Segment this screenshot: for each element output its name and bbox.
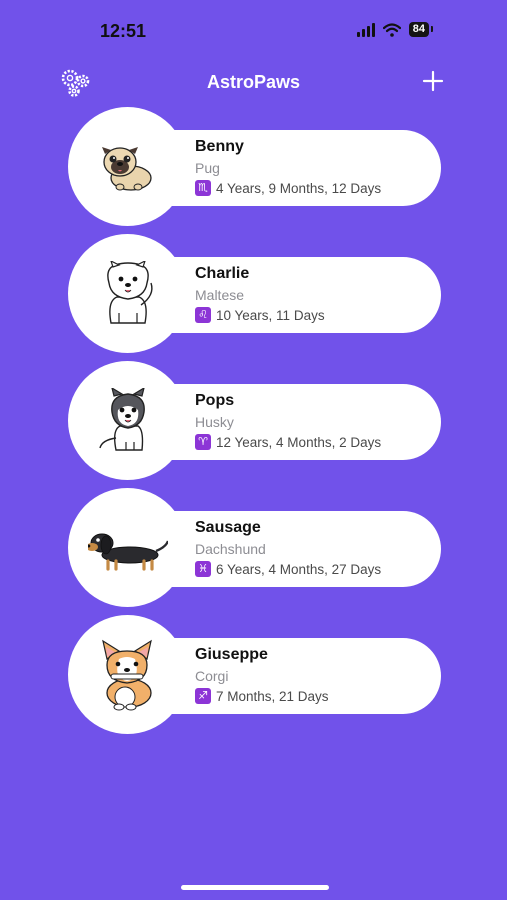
pet-row[interactable]: Pops Husky ♈ 12 Years, 4 Months, 2 Days (68, 361, 441, 481)
pet-age-line: ♏ 4 Years, 9 Months, 12 Days (195, 180, 381, 196)
pisces-icon: ♓ (195, 561, 211, 577)
pet-info: Charlie Maltese ♌ 10 Years, 11 Days (195, 264, 325, 323)
status-bar: 12:51 84 (0, 0, 507, 60)
pet-breed: Maltese (195, 287, 245, 303)
pet-row[interactable]: Charlie Maltese ♌ 10 Years, 11 Days (68, 234, 441, 354)
pet-age: 7 Months, 21 Days (216, 688, 329, 704)
pet-name: Pops (195, 392, 235, 409)
pet-breed: Dachshund (195, 541, 266, 557)
pet-age-line: ♓ 6 Years, 4 Months, 27 Days (195, 561, 381, 577)
pet-avatar (68, 615, 187, 734)
status-icons: 84 (356, 22, 434, 37)
battery-icon: 84 (408, 22, 434, 37)
pet-avatar (68, 361, 187, 480)
pet-age: 6 Years, 4 Months, 27 Days (216, 561, 382, 577)
nav-bar: AstroPaws (0, 60, 507, 104)
scorpio-icon: ♏ (195, 180, 211, 196)
add-pet-button[interactable] (419, 67, 447, 95)
signal-icon (356, 22, 375, 37)
pet-name: Charlie (195, 265, 250, 282)
pet-name: Benny (195, 138, 244, 155)
pet-row[interactable]: Sausage Dachshund ♓ 6 Years, 4 Months, 2… (68, 488, 441, 608)
aries-icon: ♈ (195, 434, 211, 450)
pet-age-line: ♐ 7 Months, 21 Days (195, 688, 329, 704)
pet-info: Sausage Dachshund ♓ 6 Years, 4 Months, 2… (195, 518, 381, 577)
plus-icon (422, 70, 444, 92)
pet-age: 4 Years, 9 Months, 12 Days (216, 180, 382, 196)
wifi-icon (382, 22, 401, 37)
pet-row[interactable]: Benny Pug ♏ 4 Years, 9 Months, 12 Days (68, 107, 441, 227)
pet-row[interactable]: Giuseppe Corgi ♐ 7 Months, 21 Days (68, 615, 441, 735)
pet-name: Sausage (195, 519, 261, 536)
pet-avatar (68, 234, 187, 353)
pug-illustration (101, 146, 152, 191)
husky-illustration (98, 387, 145, 451)
pet-breed: Corgi (195, 668, 229, 684)
pet-age: 12 Years, 4 Months, 2 Days (216, 434, 382, 450)
pet-info: Giuseppe Corgi ♐ 7 Months, 21 Days (195, 645, 329, 704)
home-indicator[interactable] (181, 885, 329, 890)
pet-avatar (68, 488, 187, 607)
pet-info: Pops Husky ♈ 12 Years, 4 Months, 2 Days (195, 391, 381, 450)
pet-age: 10 Years, 11 Days (216, 307, 325, 323)
pet-age-line: ♈ 12 Years, 4 Months, 2 Days (195, 434, 381, 450)
corgi-illustration (101, 639, 152, 710)
pet-info: Benny Pug ♏ 4 Years, 9 Months, 12 Days (195, 137, 381, 196)
pet-age-line: ♌ 10 Years, 11 Days (195, 307, 325, 323)
leo-icon: ♌ (195, 307, 211, 323)
maltese-illustration (106, 260, 153, 324)
pet-breed: Pug (195, 160, 220, 176)
pet-avatar (68, 107, 187, 226)
dachshund-illustration (87, 533, 168, 571)
pet-breed: Husky (195, 414, 234, 430)
status-time: 12:51 (100, 21, 147, 41)
pet-name: Giuseppe (195, 646, 268, 663)
sagittarius-icon: ♐ (195, 688, 211, 704)
